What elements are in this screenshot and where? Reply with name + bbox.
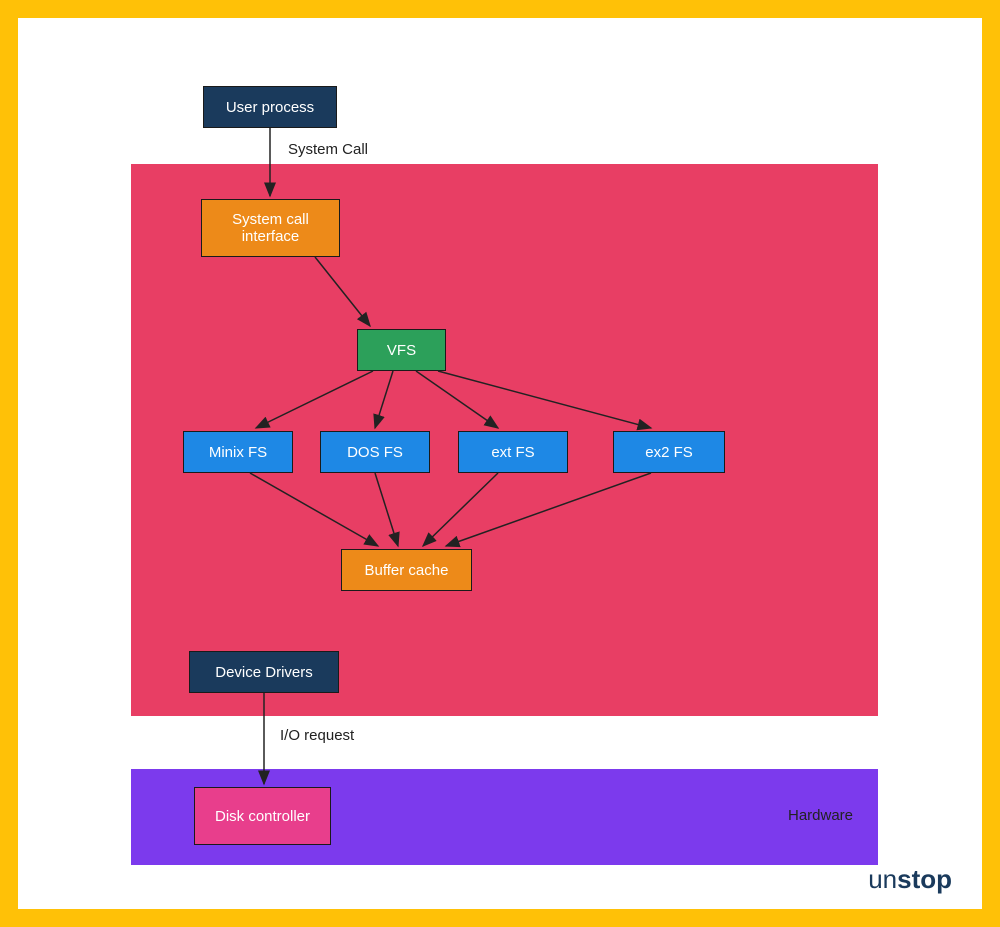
node-user-process: User process [203,86,337,128]
node-label: User process [226,99,314,116]
node-ex2-fs: ex2 FS [613,431,725,473]
diagram-frame: User process System Call System call int… [0,0,1000,927]
node-label: ext FS [491,444,534,461]
node-disk-controller: Disk controller [194,787,331,845]
label-system-call: System Call [288,141,368,158]
label-io-request: I/O request [280,727,354,744]
node-system-call-interface: System call interface [201,199,340,257]
node-buffer-cache: Buffer cache [341,549,472,591]
label-hardware: Hardware [788,807,853,824]
node-dos-fs: DOS FS [320,431,430,473]
node-label: Minix FS [209,444,267,461]
logo-unstop: unstop [868,864,952,895]
node-label: System call interface [212,211,329,245]
node-label: Device Drivers [215,664,313,681]
node-vfs: VFS [357,329,446,371]
node-label: Buffer cache [365,562,449,579]
diagram-canvas: User process System Call System call int… [18,18,982,909]
node-label: VFS [387,342,416,359]
node-minix-fs: Minix FS [183,431,293,473]
logo-suffix: stop [897,864,952,894]
node-ext-fs: ext FS [458,431,568,473]
node-label: ex2 FS [645,444,693,461]
logo-prefix: un [868,864,897,894]
node-label: Disk controller [215,808,310,825]
node-label: DOS FS [347,444,403,461]
node-device-drivers: Device Drivers [189,651,339,693]
